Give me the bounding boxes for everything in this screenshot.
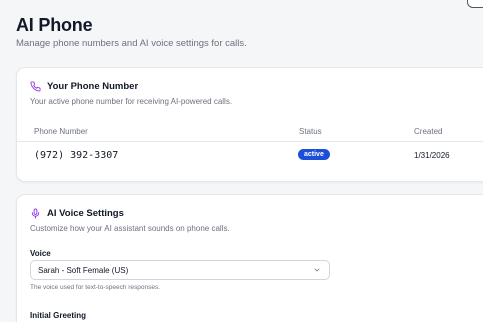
phone-card-header: Your Phone Number <box>30 81 138 92</box>
status-badge: active <box>298 149 330 160</box>
page-title: AI Phone <box>16 15 93 35</box>
voice-hint: The voice used for text-to-speech respon… <box>30 284 161 291</box>
window-corner <box>467 0 483 8</box>
voice-card-description: Customize how your AI assistant sounds o… <box>30 224 230 233</box>
voice-select[interactable]: Sarah - Soft Female (US) <box>30 260 330 280</box>
voice-field-label: Voice <box>30 249 51 258</box>
created-date: 1/31/2026 <box>414 151 450 160</box>
voice-card-header: AI Voice Settings <box>30 208 124 219</box>
microphone-icon <box>30 208 41 219</box>
voice-settings-card: AI Voice Settings Customize how your AI … <box>16 194 483 322</box>
greeting-field-label: Initial Greeting <box>30 311 87 320</box>
table-divider <box>17 141 483 142</box>
phone-number-value: (972) 392-3307 <box>34 150 119 161</box>
chevron-down-icon <box>313 261 321 279</box>
phone-number-card: Your Phone Number Your active phone numb… <box>16 67 483 182</box>
phone-icon <box>30 81 41 92</box>
phone-card-title: Your Phone Number <box>47 81 139 92</box>
column-header-phone-number: Phone Number <box>34 127 88 136</box>
phone-card-description: Your active phone number for receiving A… <box>30 97 233 106</box>
voice-select-value: Sarah - Soft Female (US) <box>38 265 129 275</box>
voice-card-title: AI Voice Settings <box>47 208 124 219</box>
column-header-created: Created <box>414 127 443 136</box>
page-subtitle: Manage phone numbers and AI voice settin… <box>16 38 247 49</box>
column-header-status: Status <box>299 127 322 136</box>
